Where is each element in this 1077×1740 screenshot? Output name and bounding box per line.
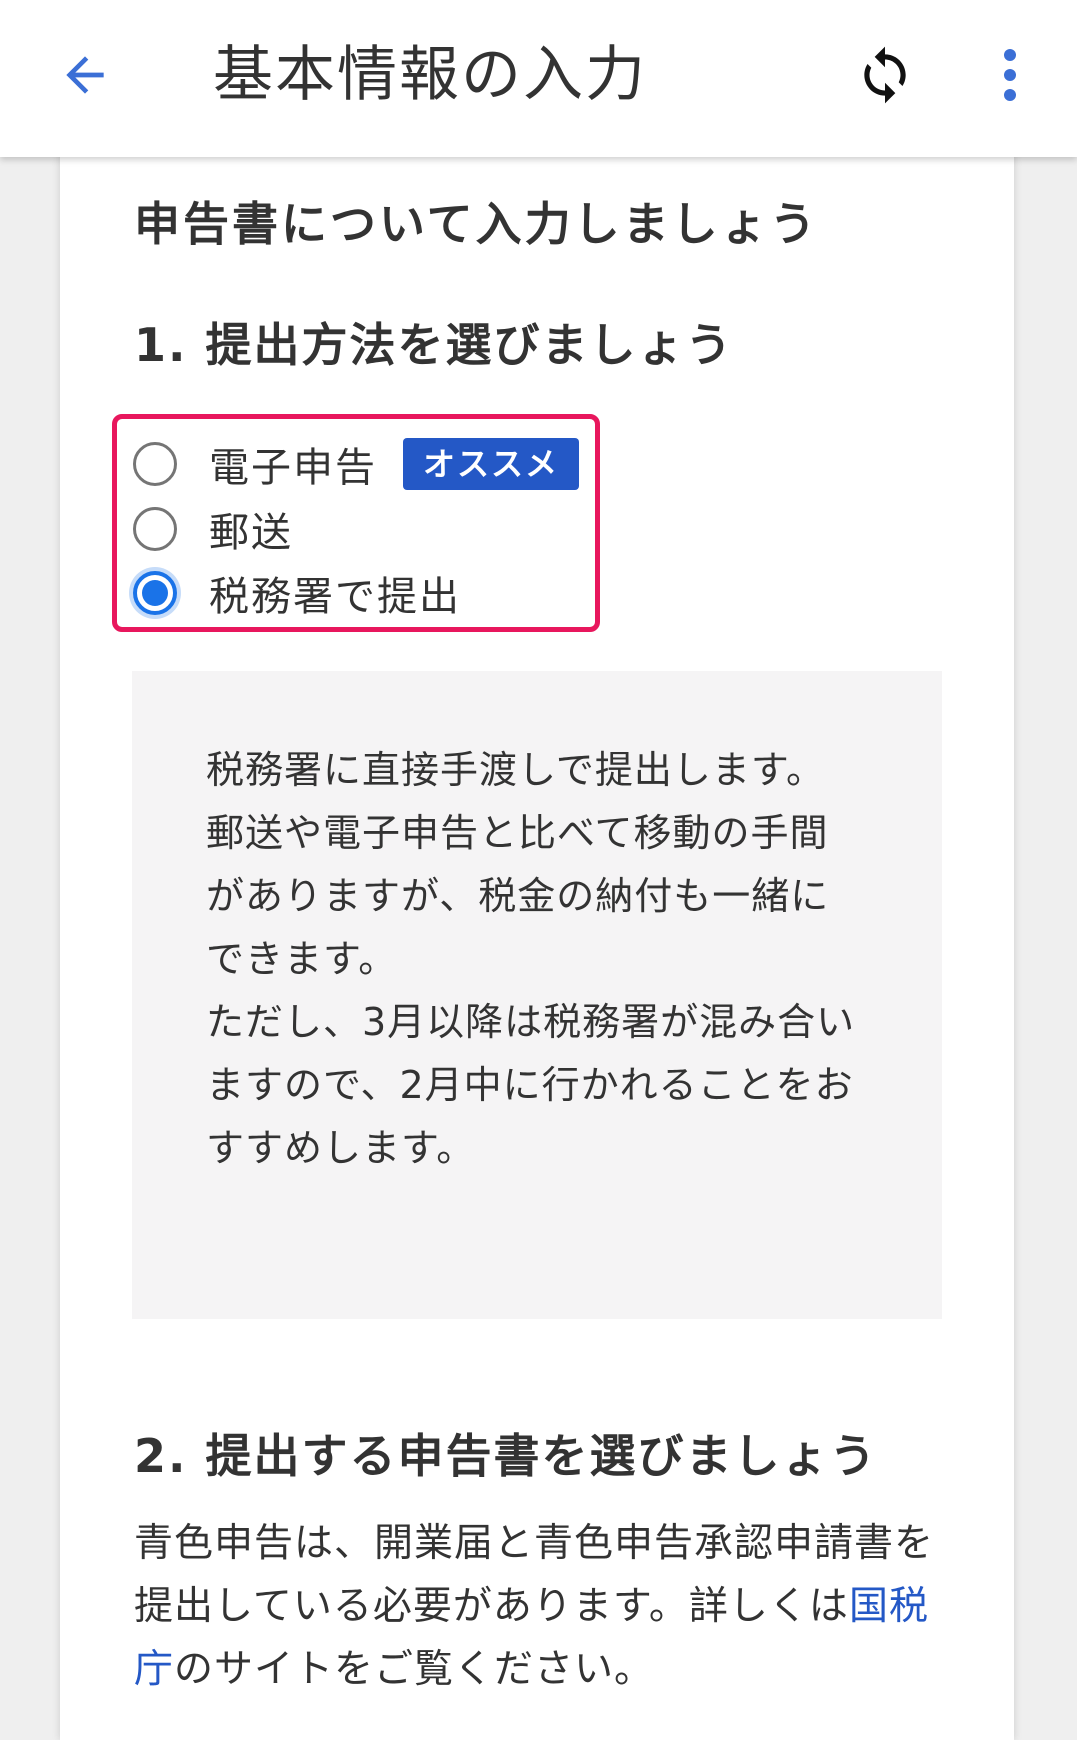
radio-option-mail[interactable]: 郵送	[133, 499, 293, 559]
back-button[interactable]	[40, 30, 130, 120]
section2-description: 青色申告は、開業届と青色申告承認申請書を提出している必要があります。詳しくは国税…	[134, 1512, 934, 1701]
section2-text: 青色申告は、開業届と青色申告承認申請書を提出している必要があります。詳しくは	[134, 1521, 935, 1629]
radio-label: 電子申告	[209, 445, 377, 491]
radio-label: 郵送	[209, 510, 293, 556]
section1-title: 1. 提出方法を選びましょう	[134, 318, 734, 372]
app-bar: 基本情報の入力	[0, 0, 1077, 157]
page-title: 基本情報の入力	[213, 40, 647, 110]
arrow-left-icon	[66, 56, 104, 94]
radio-option-e-filing[interactable]: 電子申告 オススメ	[133, 434, 580, 494]
sync-button[interactable]	[840, 30, 930, 120]
description-paragraph: 郵送や電子申告と比べて移動の手間がありますが、税金の納付も一緒にできます。	[206, 811, 830, 981]
section2-text-after: のサイトをご覧ください。	[174, 1647, 655, 1692]
more-options-button[interactable]	[975, 30, 1045, 120]
radio-dot	[142, 580, 168, 606]
radio-option-tax-office[interactable]: 税務署で提出	[133, 563, 461, 623]
radio-button-selected[interactable]	[133, 571, 177, 615]
description-paragraph: 税務署に直接手渡しで提出します。	[206, 748, 826, 792]
recommended-badge: オススメ	[403, 438, 580, 490]
more-vert-icon	[1004, 49, 1016, 101]
method-description-box: 税務署に直接手渡しで提出します。 郵送や電子申告と比べて移動の手間がありますが、…	[132, 671, 942, 1319]
submission-method-radio-group: 電子申告 オススメ 郵送 税務署で提出	[112, 414, 600, 632]
radio-label: 税務署で提出	[209, 574, 461, 620]
section2-title: 2. 提出する申告書を選びましょう	[134, 1429, 878, 1483]
sync-icon	[864, 46, 906, 104]
page-heading: 申告書について入力しましょう	[134, 197, 819, 251]
description-paragraph: ただし、3月以降は税務署が混み合いますので、2月中に行かれることをおすすめします…	[206, 1000, 856, 1170]
method-description: 税務署に直接手渡しで提出します。 郵送や電子申告と比べて移動の手間がありますが、…	[206, 739, 866, 1180]
radio-button[interactable]	[133, 507, 177, 551]
radio-button[interactable]	[133, 442, 177, 486]
